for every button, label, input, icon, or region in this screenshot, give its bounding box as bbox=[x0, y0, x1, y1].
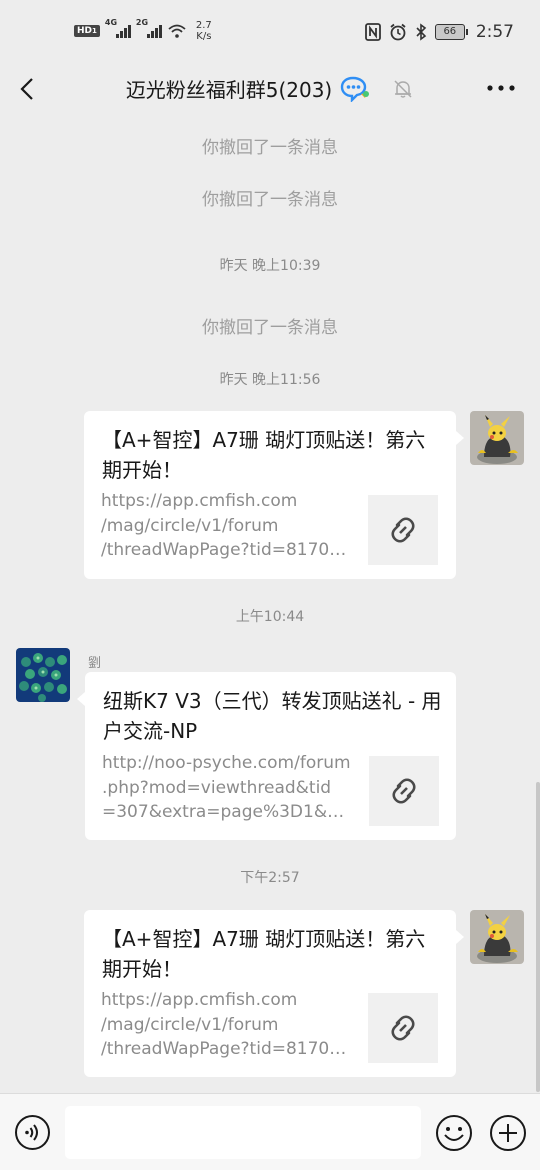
link-icon bbox=[391, 1015, 415, 1041]
url-line: http://noo-psyche.com/forum bbox=[102, 753, 351, 773]
alarm-icon bbox=[390, 23, 406, 41]
hd-label: HD bbox=[77, 26, 93, 36]
signal-4g-label: 4G bbox=[104, 18, 118, 27]
chat-title: 迈光粉丝福利群5(203) bbox=[125, 78, 333, 102]
timestamp: 昨天 晚上10:39 bbox=[219, 258, 321, 274]
url-line: https://app.cmfish.com bbox=[101, 491, 298, 511]
status-bar: HD1 4G 2G 2.7 K/s 66 2:57 bbox=[0, 0, 540, 66]
sender-avatar[interactable] bbox=[16, 648, 70, 702]
hd-badge: HD1 bbox=[74, 25, 100, 37]
url-line: /threadWapPage?tid=81709... bbox=[101, 540, 356, 560]
system-recall-message: 你撤回了一条消息 bbox=[202, 190, 338, 210]
net-speed-value: 2.7 bbox=[195, 20, 212, 31]
plus-icon[interactable] bbox=[489, 1114, 527, 1152]
battery-icon: 66 bbox=[434, 24, 468, 40]
signal-2g-icon: 2G bbox=[136, 18, 162, 38]
link-card-title: 纽斯K7 V3（三代）转发顶贴送礼 - 用户交流-NP bbox=[103, 689, 442, 743]
input-bar bbox=[0, 1093, 540, 1170]
status-right: 66 2:57 bbox=[364, 22, 514, 42]
url-line: /mag/circle/v1/forum bbox=[101, 515, 279, 536]
wifi-icon bbox=[168, 24, 186, 38]
avatar-figurine-image bbox=[470, 910, 524, 964]
link-message-card[interactable]: 【A+智控】A7珊 瑚灯顶贴送！第六期开始！ https://app.cmfis… bbox=[84, 411, 464, 579]
url-line: .php?mod=viewthread&tid bbox=[102, 777, 332, 798]
voice-icon[interactable] bbox=[14, 1114, 51, 1151]
chat-bubble-icon bbox=[341, 76, 370, 102]
self-avatar[interactable] bbox=[470, 411, 524, 465]
net-speed: 2.7 K/s bbox=[196, 20, 212, 42]
sender-name: 劉 bbox=[88, 656, 102, 671]
url-line: =307&extra=page%3D1&mo... bbox=[102, 802, 357, 822]
link-thumbnail bbox=[368, 993, 438, 1063]
self-avatar[interactable] bbox=[470, 910, 524, 964]
message-input[interactable] bbox=[65, 1106, 421, 1159]
system-recall-message: 你撤回了一条消息 bbox=[202, 318, 338, 338]
link-thumbnail bbox=[368, 495, 438, 565]
timestamp: 下午2:57 bbox=[240, 870, 300, 886]
link-icon bbox=[392, 778, 416, 804]
timestamp: 上午10:44 bbox=[235, 609, 305, 625]
link-card-url: https://app.cmfish.com /mag/circle/v1/fo… bbox=[101, 489, 356, 563]
chat-title-area: 迈光粉丝福利群5(203) bbox=[0, 74, 540, 103]
signal-2g-label: 2G bbox=[135, 18, 149, 27]
url-line: /mag/circle/v1/forum bbox=[101, 1014, 279, 1035]
system-recall-message: 你撤回了一条消息 bbox=[202, 138, 338, 158]
emoji-icon[interactable] bbox=[435, 1114, 473, 1152]
link-card-url: http://noo-psyche.com/forum .php?mod=vie… bbox=[102, 751, 357, 825]
link-card-url: https://app.cmfish.com /mag/circle/v1/fo… bbox=[101, 988, 356, 1062]
battery-level: 66 bbox=[434, 24, 465, 40]
signal-4g-icon: 4G bbox=[105, 18, 131, 38]
bluetooth-icon bbox=[416, 23, 427, 41]
chat-area[interactable]: 你撤回了一条消息 你撤回了一条消息 昨天 晚上10:39 你撤回了一条消息 昨天… bbox=[0, 116, 540, 1093]
timestamp: 昨天 晚上11:56 bbox=[219, 372, 321, 388]
chat-header: 迈光粉丝福利群5(203) bbox=[0, 66, 540, 116]
hd-sub: 1 bbox=[92, 27, 97, 35]
net-speed-unit: K/s bbox=[196, 31, 212, 42]
link-message-card[interactable]: 纽斯K7 V3（三代）转发顶贴送礼 - 用户交流-NP http://noo-p… bbox=[77, 672, 456, 840]
link-card-title: 【A+智控】A7珊 瑚灯顶贴送！第六期开始！ bbox=[102, 428, 426, 482]
url-line: https://app.cmfish.com bbox=[101, 990, 298, 1010]
link-message-card[interactable]: 【A+智控】A7珊 瑚灯顶贴送！第六期开始！ https://app.cmfis… bbox=[84, 910, 464, 1077]
status-time: 2:57 bbox=[475, 22, 514, 42]
status-left: HD1 4G 2G 2.7 K/s bbox=[74, 18, 212, 42]
link-card-title: 【A+智控】A7珊 瑚灯顶贴送！第六期开始！ bbox=[102, 927, 426, 981]
mute-bell-icon bbox=[394, 79, 412, 98]
link-thumbnail bbox=[369, 756, 439, 826]
more-dots-icon[interactable] bbox=[486, 78, 516, 98]
nfc-icon bbox=[364, 23, 381, 41]
url-line: /threadWapPage?tid=81709... bbox=[101, 1039, 356, 1059]
avatar-figurine-image bbox=[470, 411, 524, 465]
chat-scrollbar[interactable] bbox=[536, 782, 540, 1092]
link-icon bbox=[391, 517, 415, 543]
avatar-coral-image bbox=[16, 648, 70, 702]
